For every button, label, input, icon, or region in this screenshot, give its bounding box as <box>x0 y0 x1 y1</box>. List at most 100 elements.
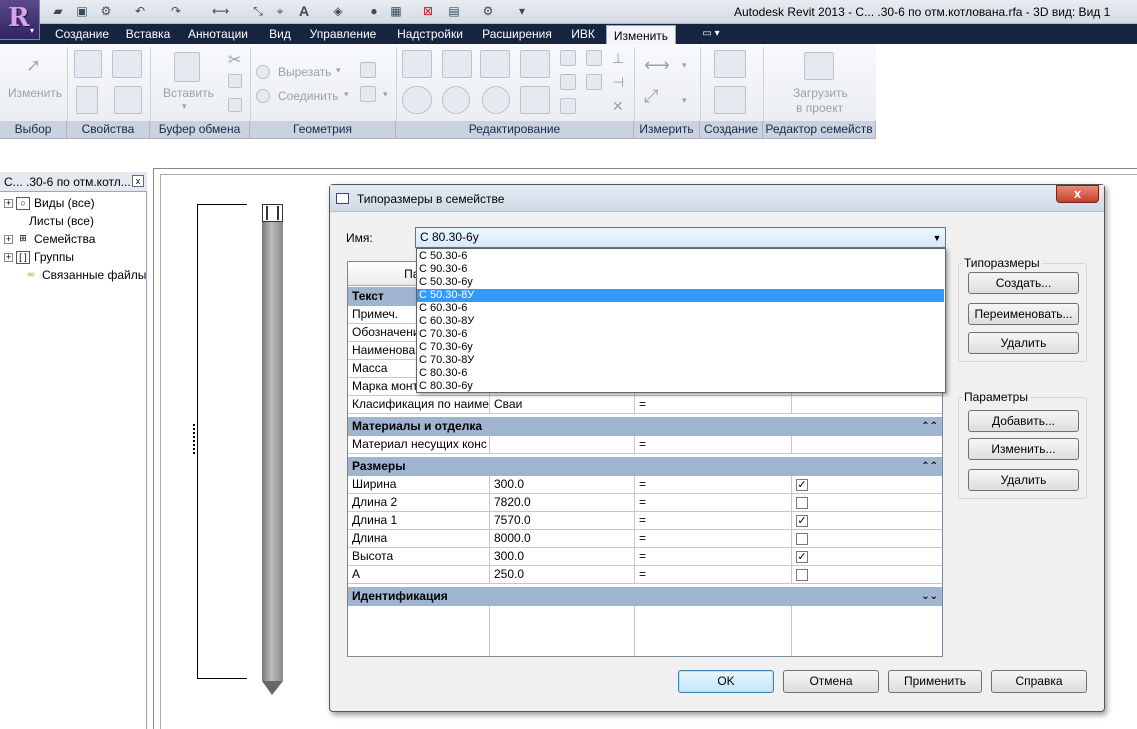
cut-icon[interactable]: ✂ <box>228 50 241 70</box>
sync-icon[interactable]: ⚙ <box>98 4 114 19</box>
copy-icon[interactable] <box>228 74 242 88</box>
delete-parameter-button[interactable]: Удалить <box>968 469 1079 491</box>
param-formula[interactable]: = <box>635 494 792 512</box>
dropdown-option[interactable]: С 80.30-6у <box>417 380 944 393</box>
lock-checkbox[interactable] <box>796 533 808 545</box>
panel-properties[interactable]: Свойства <box>67 121 150 138</box>
browser-item-families[interactable]: + ⊞ Семейства <box>4 230 95 248</box>
browser-item-groups[interactable]: +[ ] Группы <box>4 248 74 266</box>
cut-geometry-button[interactable]: Вырезать <box>278 65 331 79</box>
dropdown-option[interactable]: С 70.30-6у <box>417 341 944 354</box>
lock-checkbox[interactable]: ✓ <box>796 551 808 563</box>
trim-icon[interactable] <box>520 86 550 114</box>
param-value[interactable]: 7820.0 <box>490 494 635 512</box>
measure-between-icon[interactable]: ⤢ <box>644 86 658 107</box>
expand-icon[interactable]: + <box>4 235 13 245</box>
dropdown-option[interactable]: С 90.30-6 <box>417 263 944 276</box>
close-icon[interactable]: x <box>132 175 144 187</box>
lock-checkbox[interactable]: ✓ <box>796 515 808 527</box>
create-similar-icon[interactable] <box>714 50 746 78</box>
chevron-down-icon[interactable]: ▾ <box>383 89 388 100</box>
switch-windows-icon[interactable]: ▤ <box>446 4 462 19</box>
browser-item-views[interactable]: + ○ Виды (все) <box>4 194 95 212</box>
tab-modify[interactable]: Изменить <box>606 25 676 44</box>
application-menu-button[interactable]: R ▾ <box>0 0 40 40</box>
wall-joins-icon[interactable] <box>360 62 376 78</box>
panel-create[interactable]: Создание <box>700 121 763 138</box>
param-value[interactable]: 8000.0 <box>490 530 635 548</box>
open-icon[interactable]: ▰ <box>50 4 66 19</box>
dropdown-option-selected[interactable]: С 50.30-8У <box>417 289 944 302</box>
tag-icon[interactable]: ⌖ <box>272 4 288 19</box>
undo-icon[interactable]: ↶ <box>132 4 148 19</box>
expand-icon[interactable]: + <box>4 253 13 263</box>
modify-button[interactable]: Изменить <box>8 86 62 100</box>
aligned-dimension-icon[interactable]: ⟷ <box>644 55 670 76</box>
mirror-axis-icon[interactable] <box>480 50 510 78</box>
3d-view-icon[interactable]: ◈ <box>330 4 346 19</box>
thin-lines-icon[interactable]: ▦ <box>388 4 404 19</box>
create-group-icon[interactable] <box>714 86 746 114</box>
trim-multiple-icon[interactable]: ⊣ <box>612 74 624 91</box>
param-value[interactable]: 7570.0 <box>490 512 635 530</box>
dropdown-option[interactable]: С 70.30-6 <box>417 328 944 341</box>
save-icon[interactable]: ▣ <box>74 4 90 19</box>
add-parameter-button[interactable]: Добавить... <box>968 410 1079 432</box>
dropdown-option[interactable]: С 60.30-6 <box>417 302 944 315</box>
delete-icon[interactable]: ✕ <box>612 98 624 115</box>
param-formula[interactable]: = <box>635 512 792 530</box>
panel-geometry[interactable]: Геометрия <box>250 121 396 138</box>
chevron-down-icon[interactable]: ▼ <box>930 230 944 246</box>
collapse-icon[interactable]: ⌃⌃ <box>921 457 938 476</box>
match-type-icon[interactable] <box>228 98 242 112</box>
lock-checkbox[interactable] <box>796 569 808 581</box>
expand-icon[interactable]: + <box>4 199 13 209</box>
qat-customize-icon[interactable]: ▾ <box>514 4 530 19</box>
redo-icon[interactable]: ↷ <box>168 4 184 19</box>
type-properties-icon[interactable] <box>74 50 102 78</box>
dropdown-option[interactable]: С 50.30-6 <box>417 250 944 263</box>
split-icon[interactable] <box>560 50 576 66</box>
settings-icon[interactable]: ⚙ <box>480 4 496 19</box>
param-formula[interactable]: = <box>635 548 792 566</box>
table-row[interactable]: Ширина 300.0 = ✓ <box>348 476 942 494</box>
create-type-button[interactable]: Создать... <box>968 272 1079 294</box>
param-formula[interactable]: = <box>635 476 792 494</box>
collapse-icon[interactable]: ⌃⌃ <box>921 417 938 436</box>
param-value[interactable]: 300.0 <box>490 548 635 566</box>
table-row[interactable]: Длина 1 7570.0 = ✓ <box>348 512 942 530</box>
section-icon[interactable]: ● <box>366 4 382 19</box>
cancel-button[interactable]: Отмена <box>783 670 879 693</box>
select-arrow-icon[interactable]: ➚ <box>26 55 42 75</box>
join-geometry-icon[interactable] <box>256 89 270 103</box>
rename-type-button[interactable]: Переименовать... <box>968 303 1079 325</box>
align-icon[interactable] <box>402 50 432 78</box>
close-windows-icon[interactable]: ⊠ <box>420 4 436 19</box>
param-formula[interactable]: = <box>635 436 792 454</box>
offset-icon[interactable] <box>442 50 472 78</box>
panel-clipboard[interactable]: Буфер обмена <box>150 121 250 138</box>
copy-element-icon[interactable] <box>442 86 470 114</box>
rotate-icon[interactable] <box>482 86 510 114</box>
split-gap-icon[interactable] <box>586 50 602 66</box>
tab-ivk[interactable]: ИВК <box>564 24 602 44</box>
group-header-dimensions[interactable]: Размеры ⌃⌃ <box>348 457 942 476</box>
move-icon[interactable] <box>402 86 432 114</box>
help-button[interactable]: Справка <box>991 670 1087 693</box>
tab-addins[interactable]: Надстройки <box>390 24 470 44</box>
panel-family-editor[interactable]: Редактор семейств <box>763 121 876 138</box>
chevron-down-icon[interactable]: ▾ <box>182 101 187 112</box>
array-icon[interactable] <box>560 74 576 90</box>
lock-checkbox[interactable] <box>796 497 808 509</box>
lock-checkbox[interactable]: ✓ <box>796 479 808 491</box>
param-value[interactable] <box>490 436 635 454</box>
tab-insert[interactable]: Вставка <box>120 24 176 44</box>
tab-view[interactable]: Вид <box>262 24 298 44</box>
type-name-select[interactable]: С 80.30-6у <box>415 227 946 248</box>
group-header-identity[interactable]: Идентификация ⌄⌄ <box>348 587 942 606</box>
chevron-down-icon[interactable]: ▾ <box>682 95 687 106</box>
param-value[interactable]: 250.0 <box>490 566 635 584</box>
family-category-icon[interactable] <box>114 86 142 114</box>
paste-icon[interactable] <box>174 52 200 82</box>
dropdown-option[interactable]: С 70.30-8У <box>417 354 944 367</box>
